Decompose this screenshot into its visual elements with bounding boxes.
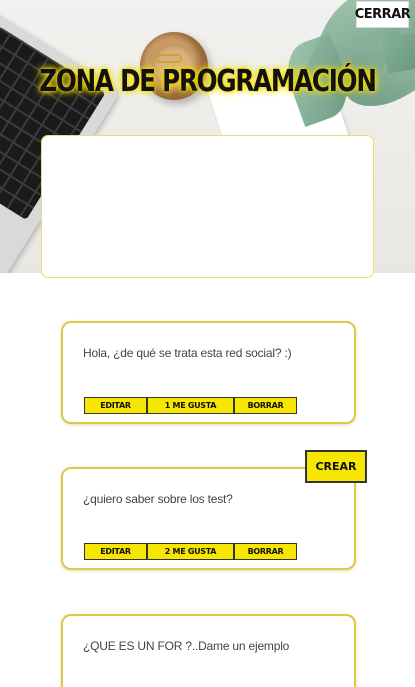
edit-button[interactable]: EDITAR bbox=[84, 397, 147, 414]
post-actions: EDITAR 1 ME GUSTA BORRAR bbox=[84, 397, 297, 414]
post-text: Hola, ¿de qué se trata esta red social? … bbox=[83, 346, 292, 360]
post-card: ¿QUE ES UN FOR ?..Dame un ejemplo bbox=[61, 614, 356, 687]
delete-button[interactable]: BORRAR bbox=[234, 543, 297, 560]
page-title: ZONA DE PROGRAMACIÓN bbox=[39, 64, 377, 99]
post-text: ¿QUE ES UN FOR ?..Dame un ejemplo bbox=[83, 639, 290, 653]
like-button[interactable]: 2 ME GUSTA bbox=[147, 543, 234, 560]
like-button[interactable]: 1 ME GUSTA bbox=[147, 397, 234, 414]
create-button[interactable]: CREAR bbox=[305, 450, 367, 483]
close-button[interactable]: CERRAR bbox=[355, 1, 411, 28]
compose-input[interactable] bbox=[41, 135, 374, 278]
post-text: ¿quiero saber sobre los test? bbox=[83, 492, 233, 506]
delete-button[interactable]: BORRAR bbox=[234, 397, 297, 414]
edit-button[interactable]: EDITAR bbox=[84, 543, 147, 560]
post-card: Hola, ¿de qué se trata esta red social? … bbox=[61, 321, 356, 424]
post-actions: EDITAR 2 ME GUSTA BORRAR bbox=[84, 543, 297, 560]
